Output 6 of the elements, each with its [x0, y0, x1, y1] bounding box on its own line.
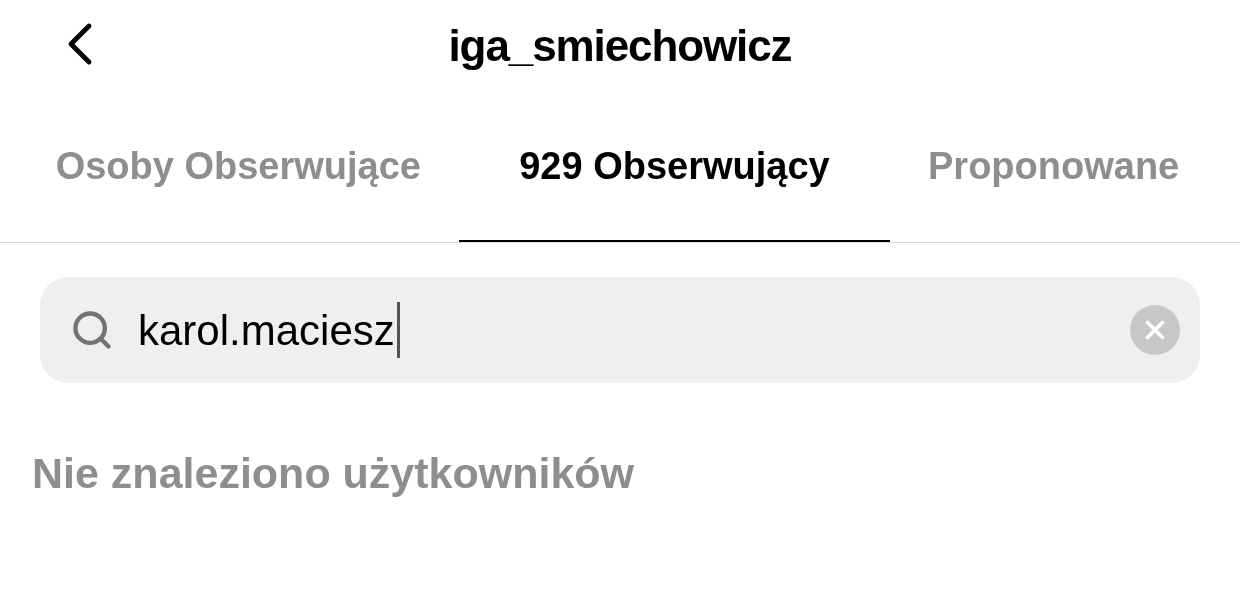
username-title: iga_smiechowicz	[448, 20, 792, 72]
search-field[interactable]: karol.maciesz	[40, 277, 1200, 383]
empty-message: Nie znaleziono użytkowników	[32, 449, 635, 497]
text-cursor	[396, 302, 400, 358]
search-icon	[70, 308, 114, 352]
tab[interactable]: 929 Obserwujący	[459, 92, 890, 242]
